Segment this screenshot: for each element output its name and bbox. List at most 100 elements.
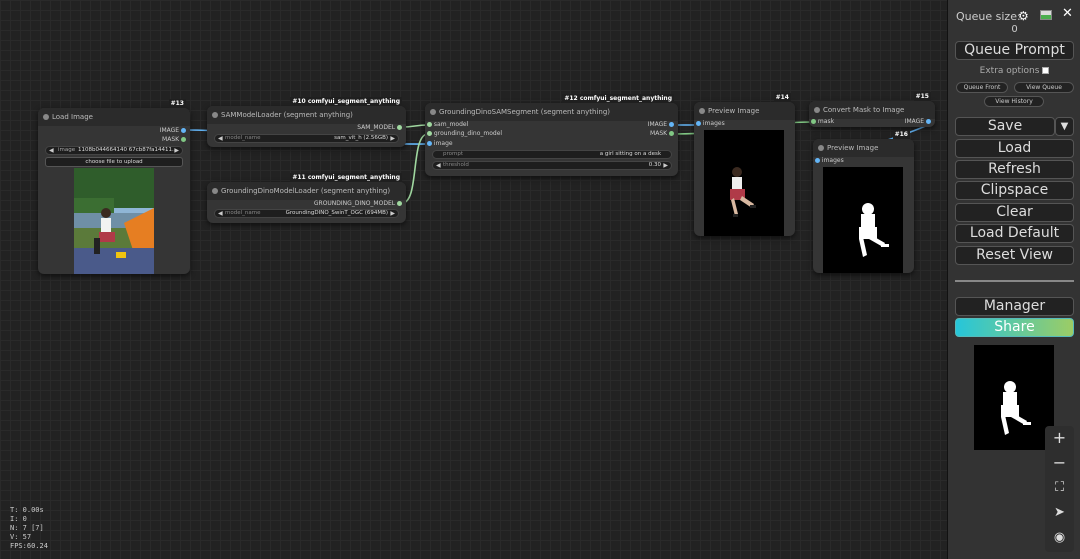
- node-title[interactable]: GroundingDinoModelLoader (segment anythi…: [207, 182, 406, 200]
- slot-dot[interactable]: [427, 131, 432, 136]
- queue-size-label: Queue size:: [956, 10, 1021, 23]
- node-title-text: GroundingDinoSAMSegment (segment anythin…: [439, 108, 611, 116]
- widget-value: 0.30: [648, 162, 661, 168]
- right-arrow-icon[interactable]: ▶: [663, 162, 668, 169]
- node-sam-model-loader[interactable]: #10 comfyui_segment_anything SAMModelLoa…: [207, 97, 406, 147]
- node-convert-mask-to-image[interactable]: #15 Convert Mask to Image mask IMAGE: [809, 92, 935, 127]
- choose-file-button[interactable]: choose file to upload: [45, 157, 183, 167]
- output-slot-image[interactable]: IMAGE: [648, 121, 674, 129]
- node-title-text: Preview Image: [827, 144, 879, 152]
- left-arrow-icon[interactable]: ◀: [49, 147, 54, 154]
- clipspace-button[interactable]: Clipspace: [955, 181, 1074, 200]
- dino-model-name-combo[interactable]: ◀ model_name GroundingDINO_SwinT_OGC (69…: [214, 209, 399, 218]
- output-slot-image[interactable]: IMAGE: [160, 127, 186, 135]
- threshold-slider[interactable]: ◀ threshold 0.30 ▶: [432, 161, 672, 170]
- save-dropdown-chevron-icon[interactable]: ▼: [1055, 117, 1074, 136]
- extra-options-checkbox[interactable]: [1042, 67, 1050, 74]
- node-title[interactable]: GroundingDinoSAMSegment (segment anythin…: [425, 103, 678, 121]
- right-arrow-icon[interactable]: ▶: [390, 135, 395, 142]
- collapse-dot[interactable]: [212, 112, 218, 118]
- slot-dot[interactable]: [427, 141, 432, 146]
- view-history-button[interactable]: View History: [984, 96, 1044, 107]
- left-arrow-icon[interactable]: ◀: [436, 162, 441, 169]
- node-title[interactable]: Convert Mask to Image: [809, 101, 935, 119]
- slot-dot[interactable]: [181, 128, 186, 133]
- input-slot-grounding-dino-model[interactable]: grounding_dino_model: [427, 130, 502, 138]
- slot-label: MASK: [162, 136, 180, 143]
- node-title[interactable]: SAMModelLoader (segment anything): [207, 106, 406, 124]
- node-title-text: Convert Mask to Image: [823, 106, 905, 114]
- share-button[interactable]: Share: [955, 318, 1074, 337]
- slot-dot[interactable]: [669, 122, 674, 127]
- node-grounding-dino-loader[interactable]: #11 comfyui_segment_anything GroundingDi…: [207, 173, 406, 223]
- slot-dot[interactable]: [397, 201, 402, 206]
- output-slot-mask[interactable]: MASK: [162, 136, 186, 144]
- output-slot-image[interactable]: IMAGE: [905, 118, 931, 126]
- collapse-dot[interactable]: [814, 107, 820, 113]
- collapse-dot[interactable]: [818, 145, 824, 151]
- workflow-canvas[interactable]: #13 Load Image IMAGE MASK ◀ image 1108b0…: [0, 0, 947, 559]
- save-button[interactable]: Save: [955, 117, 1055, 136]
- slot-dot[interactable]: [397, 125, 402, 130]
- image-combo[interactable]: ◀ image 1108b044664140 67cb87fa14411... …: [45, 146, 183, 155]
- locate-icon[interactable]: ➤: [1045, 501, 1074, 525]
- queue-front-button[interactable]: Queue Front: [956, 82, 1008, 93]
- node-title[interactable]: Preview Image: [813, 139, 914, 157]
- slot-dot[interactable]: [815, 158, 820, 163]
- node-preview-image-14[interactable]: #14 Preview Image images: [694, 93, 795, 236]
- collapse-dot[interactable]: [212, 188, 218, 194]
- refresh-button[interactable]: Refresh: [955, 160, 1074, 179]
- zoom-out-icon[interactable]: −: [1045, 451, 1074, 475]
- input-slot-sam-model[interactable]: sam_model: [427, 121, 468, 129]
- slot-dot[interactable]: [427, 122, 432, 127]
- left-arrow-icon[interactable]: ◀: [218, 135, 223, 142]
- slot-dot[interactable]: [926, 119, 931, 124]
- slot-dot[interactable]: [811, 119, 816, 124]
- load-default-button[interactable]: Load Default: [955, 224, 1074, 243]
- load-button[interactable]: Load: [955, 139, 1074, 158]
- input-slot-image[interactable]: image: [427, 140, 453, 148]
- node-preview-image-16[interactable]: #16 Preview Image images: [813, 130, 914, 273]
- node-id-badge: #12 comfyui_segment_anything: [562, 94, 674, 103]
- reset-view-button[interactable]: Reset View: [955, 246, 1074, 265]
- queue-prompt-button[interactable]: Queue Prompt: [955, 41, 1074, 60]
- output-slot-mask[interactable]: MASK: [650, 130, 674, 138]
- slot-dot[interactable]: [696, 121, 701, 126]
- output-slot-grounding-dino-model[interactable]: GROUNDING_DINO_MODEL: [314, 200, 402, 208]
- eye-icon[interactable]: ◉: [1045, 526, 1074, 550]
- right-arrow-icon[interactable]: ▶: [390, 210, 395, 217]
- prompt-field[interactable]: prompt a girl sitting on a desk: [432, 150, 672, 159]
- zoom-in-icon[interactable]: +: [1045, 426, 1074, 450]
- output-slot-sam-model[interactable]: SAM_MODEL: [357, 124, 402, 132]
- slot-label: IMAGE: [647, 121, 668, 128]
- fit-view-icon[interactable]: ⛶: [1045, 476, 1074, 500]
- node-title[interactable]: Load Image: [38, 108, 190, 126]
- slot-dot[interactable]: [669, 131, 674, 136]
- segmented-image-preview: [704, 130, 784, 236]
- node-title[interactable]: Preview Image: [694, 102, 795, 120]
- node-id-badge: #11 comfyui_segment_anything: [290, 173, 402, 182]
- close-icon[interactable]: ✕: [1062, 6, 1073, 21]
- widget-label: image: [58, 147, 76, 153]
- sam-model-name-combo[interactable]: ◀ model_name sam_vit_h (2.56GB) ▶: [214, 134, 399, 143]
- left-arrow-icon[interactable]: ◀: [218, 210, 223, 217]
- view-queue-button[interactable]: View Queue: [1014, 82, 1074, 93]
- node-id-badge: #14: [773, 93, 791, 102]
- node-load-image[interactable]: #13 Load Image IMAGE MASK ◀ image 1108b0…: [38, 99, 190, 274]
- input-slot-images[interactable]: images: [815, 157, 844, 165]
- input-slot-images[interactable]: images: [696, 120, 725, 128]
- right-arrow-icon[interactable]: ▶: [174, 147, 179, 154]
- slot-dot[interactable]: [181, 137, 186, 142]
- node-title-text: GroundingDinoModelLoader (segment anythi…: [221, 187, 391, 195]
- collapse-dot[interactable]: [430, 109, 436, 115]
- node-grounding-dino-sam-segment[interactable]: #12 comfyui_segment_anything GroundingDi…: [425, 94, 678, 176]
- clear-button[interactable]: Clear: [955, 203, 1074, 222]
- input-slot-mask[interactable]: mask: [811, 118, 834, 126]
- canvas-stats: T: 0.00s I: 0 N: 7 [7] V: 57 FPS:60.24: [10, 506, 48, 551]
- mask-thumbnail: [974, 345, 1054, 450]
- manager-button[interactable]: Manager: [955, 297, 1074, 316]
- collapse-dot[interactable]: [43, 114, 49, 120]
- collapse-dot[interactable]: [699, 108, 705, 114]
- image-icon[interactable]: [1040, 10, 1052, 20]
- gear-icon[interactable]: ⚙: [1018, 9, 1029, 23]
